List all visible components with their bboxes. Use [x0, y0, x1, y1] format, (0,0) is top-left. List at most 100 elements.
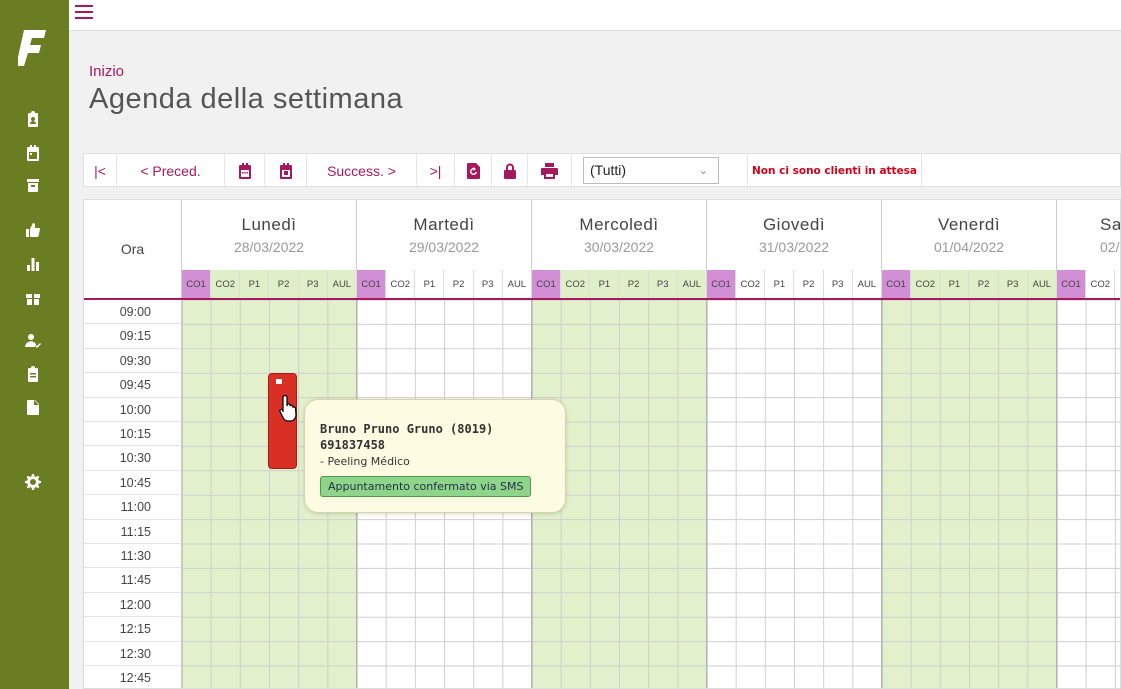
previous-week-label: < Preced. [140, 163, 201, 179]
resource-header: CO2 [211, 270, 241, 298]
resource-header: AUL [852, 270, 882, 298]
breadcrumb[interactable]: Inizio [89, 63, 124, 80]
archive-box-icon[interactable] [24, 176, 42, 194]
clipboard-list-icon[interactable] [24, 365, 42, 383]
calendar-icon[interactable] [24, 144, 42, 162]
resource-row-monday: CO1 CO2 P1 P2 P3 AUL [182, 270, 357, 298]
time-slot-label: 11:15 [84, 519, 182, 544]
chevron-down-icon: ⌄ [698, 165, 708, 177]
resource-header: CO2 [1086, 270, 1116, 298]
previous-week-button[interactable]: < Preced. [117, 154, 225, 188]
day-date: 29/03/2022 [408, 239, 480, 255]
day-name: Sa [1100, 215, 1121, 234]
resource-row-wednesday: CO1 CO2 P1 P2 P3 AUL [532, 270, 707, 298]
waiting-clients-status: Non ci sono clienti in attesa [747, 154, 923, 188]
calendar-today-icon [279, 163, 292, 179]
day-date: 02/ [1100, 239, 1120, 255]
calendar-picker-button[interactable] [225, 154, 265, 188]
thumbs-up-icon[interactable] [24, 221, 42, 239]
resource-header: AUL [677, 270, 707, 298]
last-week-button[interactable]: >| [417, 154, 455, 188]
resource-header: P3 [648, 270, 678, 298]
next-week-button[interactable]: Success. > [307, 154, 417, 188]
resource-header: P3 [473, 270, 503, 298]
resource-row-friday: CO1 CO2 P1 P2 P3 AUL [882, 270, 1057, 298]
resource-header: CO1 [707, 270, 737, 298]
day-header-saturday: Sa 02/ [1057, 200, 1121, 270]
time-slot-label: 09:00 [84, 300, 182, 325]
resource-header: AUL [327, 270, 357, 298]
resource-filter-select[interactable]: (Tutti) ⌄ [583, 157, 719, 184]
time-column-header: Ora [84, 200, 182, 298]
time-slot-label: 10:00 [84, 397, 182, 422]
resource-row-thursday: CO1 CO2 P1 P2 P3 AUL [707, 270, 882, 298]
resource-row-saturday: CO1 CO2 [1057, 270, 1116, 298]
resource-header: P2 [444, 270, 474, 298]
tooltip-client-phone: 691837458 [320, 438, 386, 452]
day-header-wednesday: Mercoledì 30/03/2022 [532, 200, 707, 270]
tooltip-client-name: Bruno Pruno Gruno (8019) [320, 422, 494, 436]
lock-button[interactable] [492, 154, 528, 188]
bar-chart-icon[interactable] [24, 255, 42, 273]
hand-pointer-cursor-icon [279, 394, 297, 422]
appointment-handle-icon [276, 379, 282, 384]
resource-header: CO2 [561, 270, 591, 298]
resource-header: P2 [619, 270, 649, 298]
time-slot-label: 12:15 [84, 617, 182, 642]
page-title: Agenda della settimana [89, 83, 404, 115]
agenda-toolbar: |< < Preced. Success. > >| (Tutti) ⌄ Non… [83, 153, 1121, 188]
day-header-monday: Lunedì 28/03/2022 [182, 200, 357, 270]
app-logo[interactable] [18, 28, 48, 68]
resource-header: CO1 [882, 270, 912, 298]
print-icon [541, 163, 558, 179]
refresh-button[interactable] [455, 154, 492, 188]
resource-header: P1 [240, 270, 270, 298]
day-name: Martedì [413, 215, 475, 234]
today-button[interactable] [265, 154, 307, 188]
time-slot-label: 11:00 [84, 495, 182, 520]
day-column-saturday[interactable] [1057, 300, 1120, 688]
settings-gear-icon[interactable] [24, 473, 42, 491]
day-name: Mercoledì [579, 215, 659, 234]
tooltip-status-badge: Appuntamento confermato via SMS [320, 476, 532, 497]
time-slot-label: 10:15 [84, 422, 182, 447]
resource-row-tuesday: CO1 CO2 P1 P2 P3 AUL [357, 270, 532, 298]
print-button[interactable] [528, 154, 572, 188]
resource-header: CO2 [911, 270, 941, 298]
last-week-label: >| [429, 163, 442, 179]
appointment-tooltip: Bruno Pruno Gruno (8019) 691837458 - Pee… [304, 399, 566, 513]
resource-header: P1 [590, 270, 620, 298]
day-column-friday[interactable] [882, 300, 1057, 688]
gift-icon[interactable] [24, 289, 42, 307]
resource-header: CO2 [736, 270, 766, 298]
day-header-friday: Venerdì 01/04/2022 [882, 200, 1057, 270]
first-week-button[interactable]: |< [84, 154, 117, 188]
resource-header: P2 [794, 270, 824, 298]
resource-header: AUL [1027, 270, 1057, 298]
day-column-thursday[interactable] [707, 300, 882, 688]
resource-header: P1 [765, 270, 795, 298]
time-slot-label: 11:30 [84, 544, 182, 569]
day-date: 28/03/2022 [233, 239, 305, 255]
time-slot-label: 10:45 [84, 470, 182, 496]
time-slot-label: 12:30 [84, 641, 182, 666]
day-date: 31/03/2022 [758, 239, 830, 255]
day-header-thursday: Giovedì 31/03/2022 [707, 200, 882, 270]
user-check-icon[interactable] [24, 332, 42, 350]
resource-header: CO1 [1057, 270, 1087, 298]
header-divider [84, 298, 1120, 300]
time-slot-label: 11:45 [84, 568, 182, 593]
time-slot-label: 12:00 [84, 592, 182, 618]
resource-header: P2 [969, 270, 999, 298]
resource-header: P3 [998, 270, 1028, 298]
resource-header: P3 [298, 270, 328, 298]
hamburger-menu-icon[interactable] [75, 5, 93, 19]
resource-header: CO1 [182, 270, 212, 298]
next-week-label: Success. > [327, 163, 396, 179]
time-slot-label: 09:30 [84, 348, 182, 374]
resource-header: AUL [502, 270, 532, 298]
day-header-tuesday: Martedì 29/03/2022 [357, 200, 532, 270]
clipboard-user-icon[interactable] [24, 110, 42, 128]
document-icon[interactable] [24, 398, 42, 416]
time-slot-label: 10:30 [84, 446, 182, 471]
